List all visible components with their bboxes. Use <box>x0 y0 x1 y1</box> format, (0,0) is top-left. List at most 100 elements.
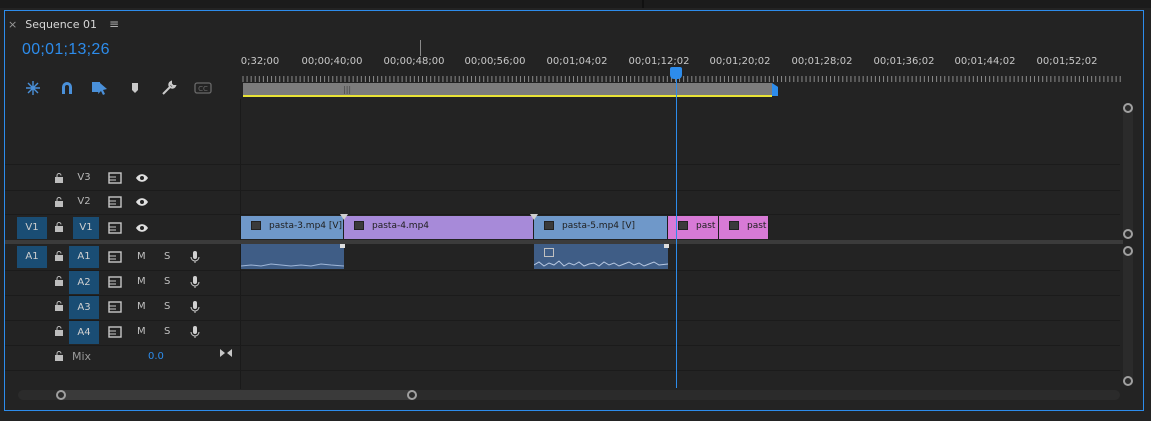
clip-corner-marker <box>664 244 669 248</box>
lock-icon[interactable] <box>54 351 64 361</box>
ruler-label: 00;00;48;00 <box>383 56 445 67</box>
video-clip[interactable]: pasta-5.mp4 [V] <box>534 216 668 239</box>
sync-lock-icon[interactable] <box>108 301 122 313</box>
source-patch-v1[interactable]: V1 <box>17 217 47 239</box>
track-name[interactable]: V3 <box>73 168 95 188</box>
track-name[interactable]: A2 <box>69 271 99 294</box>
track-name[interactable]: V2 <box>73 192 95 212</box>
mute-button[interactable]: M <box>137 251 146 262</box>
sync-lock-icon[interactable] <box>108 172 122 184</box>
video-clip[interactable]: pasta-3.mp4 [V] <box>241 216 344 239</box>
microphone-icon[interactable] <box>189 250 201 264</box>
solo-button[interactable]: S <box>164 326 170 337</box>
scroll-knob[interactable] <box>1123 246 1133 256</box>
mute-button[interactable]: M <box>137 326 146 337</box>
row-line <box>5 320 1120 321</box>
lock-icon[interactable] <box>54 301 64 311</box>
work-area-line <box>243 95 772 97</box>
ruler-label: 00;01;28;02 <box>791 56 853 67</box>
ruler-label: 00;01;36;02 <box>873 56 935 67</box>
track-name[interactable]: V1 <box>73 217 99 239</box>
video-vertical-scrollbar[interactable] <box>1123 103 1133 238</box>
clip-label: pasta-3.mp4 [V] <box>269 221 343 231</box>
sync-lock-icon[interactable] <box>108 196 122 208</box>
ruler-label: 00;01;52;02 <box>1036 56 1098 67</box>
playhead-timecode[interactable]: 00;01;13;26 <box>22 41 110 59</box>
horizontal-scroll-thumb[interactable] <box>58 390 414 400</box>
ruler-label: 00;01;12;02 <box>628 56 690 67</box>
scroll-knob[interactable] <box>1123 229 1133 239</box>
audio-clip[interactable] <box>241 244 344 269</box>
linked-selection-icon[interactable] <box>90 78 110 98</box>
row-line <box>5 295 1120 296</box>
in-point-marker <box>420 40 421 56</box>
scroll-knob[interactable] <box>56 390 66 400</box>
mix-arrows-icon[interactable] <box>220 348 232 358</box>
tab-title[interactable]: Sequence 01 <box>25 18 97 31</box>
svg-text:CC: CC <box>198 85 208 93</box>
sync-lock-icon[interactable] <box>108 326 122 338</box>
lock-icon[interactable] <box>54 251 64 261</box>
row-line <box>5 164 1120 165</box>
solo-button[interactable]: S <box>164 251 170 262</box>
fx-icon <box>251 221 261 230</box>
close-icon[interactable]: × <box>8 18 17 31</box>
audio-vertical-scrollbar[interactable] <box>1123 246 1133 384</box>
source-patch-a1[interactable]: A1 <box>17 246 47 268</box>
microphone-icon[interactable] <box>189 300 201 314</box>
sync-lock-icon[interactable] <box>108 276 122 288</box>
panel-tab[interactable]: × Sequence 01 ≡ <box>8 16 119 32</box>
clip-label: pasta-5.mp4 [V] <box>562 221 636 231</box>
waveform <box>241 263 344 267</box>
scroll-knob[interactable] <box>1123 103 1133 113</box>
fx-icon <box>544 248 554 257</box>
ruler-label: 0;32;00 <box>241 56 280 67</box>
wrench-icon[interactable] <box>159 78 179 98</box>
magnet-icon[interactable] <box>57 78 77 98</box>
eye-icon[interactable] <box>135 196 149 208</box>
row-line <box>5 190 1120 191</box>
fx-icon <box>678 221 688 230</box>
lock-icon[interactable] <box>54 173 64 183</box>
mix-label: Mix <box>72 350 92 363</box>
insert-snap-icon[interactable] <box>23 78 43 98</box>
lock-icon[interactable] <box>54 222 64 232</box>
mute-button[interactable]: M <box>137 301 146 312</box>
audio-clip[interactable] <box>534 244 668 269</box>
captions-icon[interactable]: CC <box>193 78 213 98</box>
video-clip[interactable]: pasta-4.mp4 <box>344 216 534 239</box>
row-line <box>5 370 1120 371</box>
lock-icon[interactable] <box>54 326 64 336</box>
microphone-icon[interactable] <box>189 275 201 289</box>
ruler-label: 00;01;44;02 <box>954 56 1016 67</box>
video-clip[interactable]: past <box>719 216 769 239</box>
fx-icon <box>354 221 364 230</box>
divider <box>642 0 644 8</box>
track-name[interactable]: A1 <box>69 246 99 268</box>
solo-button[interactable]: S <box>164 276 170 287</box>
track-name[interactable]: A3 <box>69 296 99 319</box>
panel-menu-icon[interactable]: ≡ <box>109 17 119 31</box>
mix-value[interactable]: 0.0 <box>148 351 164 362</box>
clip-label: pasta-4.mp4 <box>372 221 430 231</box>
mute-button[interactable]: M <box>137 276 146 287</box>
playhead-line[interactable] <box>676 70 677 388</box>
fx-icon <box>729 221 739 230</box>
fx-icon <box>544 221 554 230</box>
row-line <box>5 214 1120 215</box>
eye-icon[interactable] <box>135 172 149 184</box>
microphone-icon[interactable] <box>189 325 201 339</box>
ruler-label: 00;00;56;00 <box>464 56 526 67</box>
eye-icon[interactable] <box>135 222 149 234</box>
lock-icon[interactable] <box>54 197 64 207</box>
sync-lock-icon[interactable] <box>108 222 122 234</box>
scroll-knob[interactable] <box>407 390 417 400</box>
ruler-label: 00;00;40;00 <box>301 56 363 67</box>
marker-icon[interactable] <box>125 78 145 98</box>
solo-button[interactable]: S <box>164 301 170 312</box>
sync-lock-icon[interactable] <box>108 251 122 263</box>
track-name[interactable]: A4 <box>69 321 99 344</box>
scroll-knob[interactable] <box>1123 376 1133 386</box>
lock-icon[interactable] <box>54 276 64 286</box>
playhead-handle[interactable] <box>670 67 682 79</box>
